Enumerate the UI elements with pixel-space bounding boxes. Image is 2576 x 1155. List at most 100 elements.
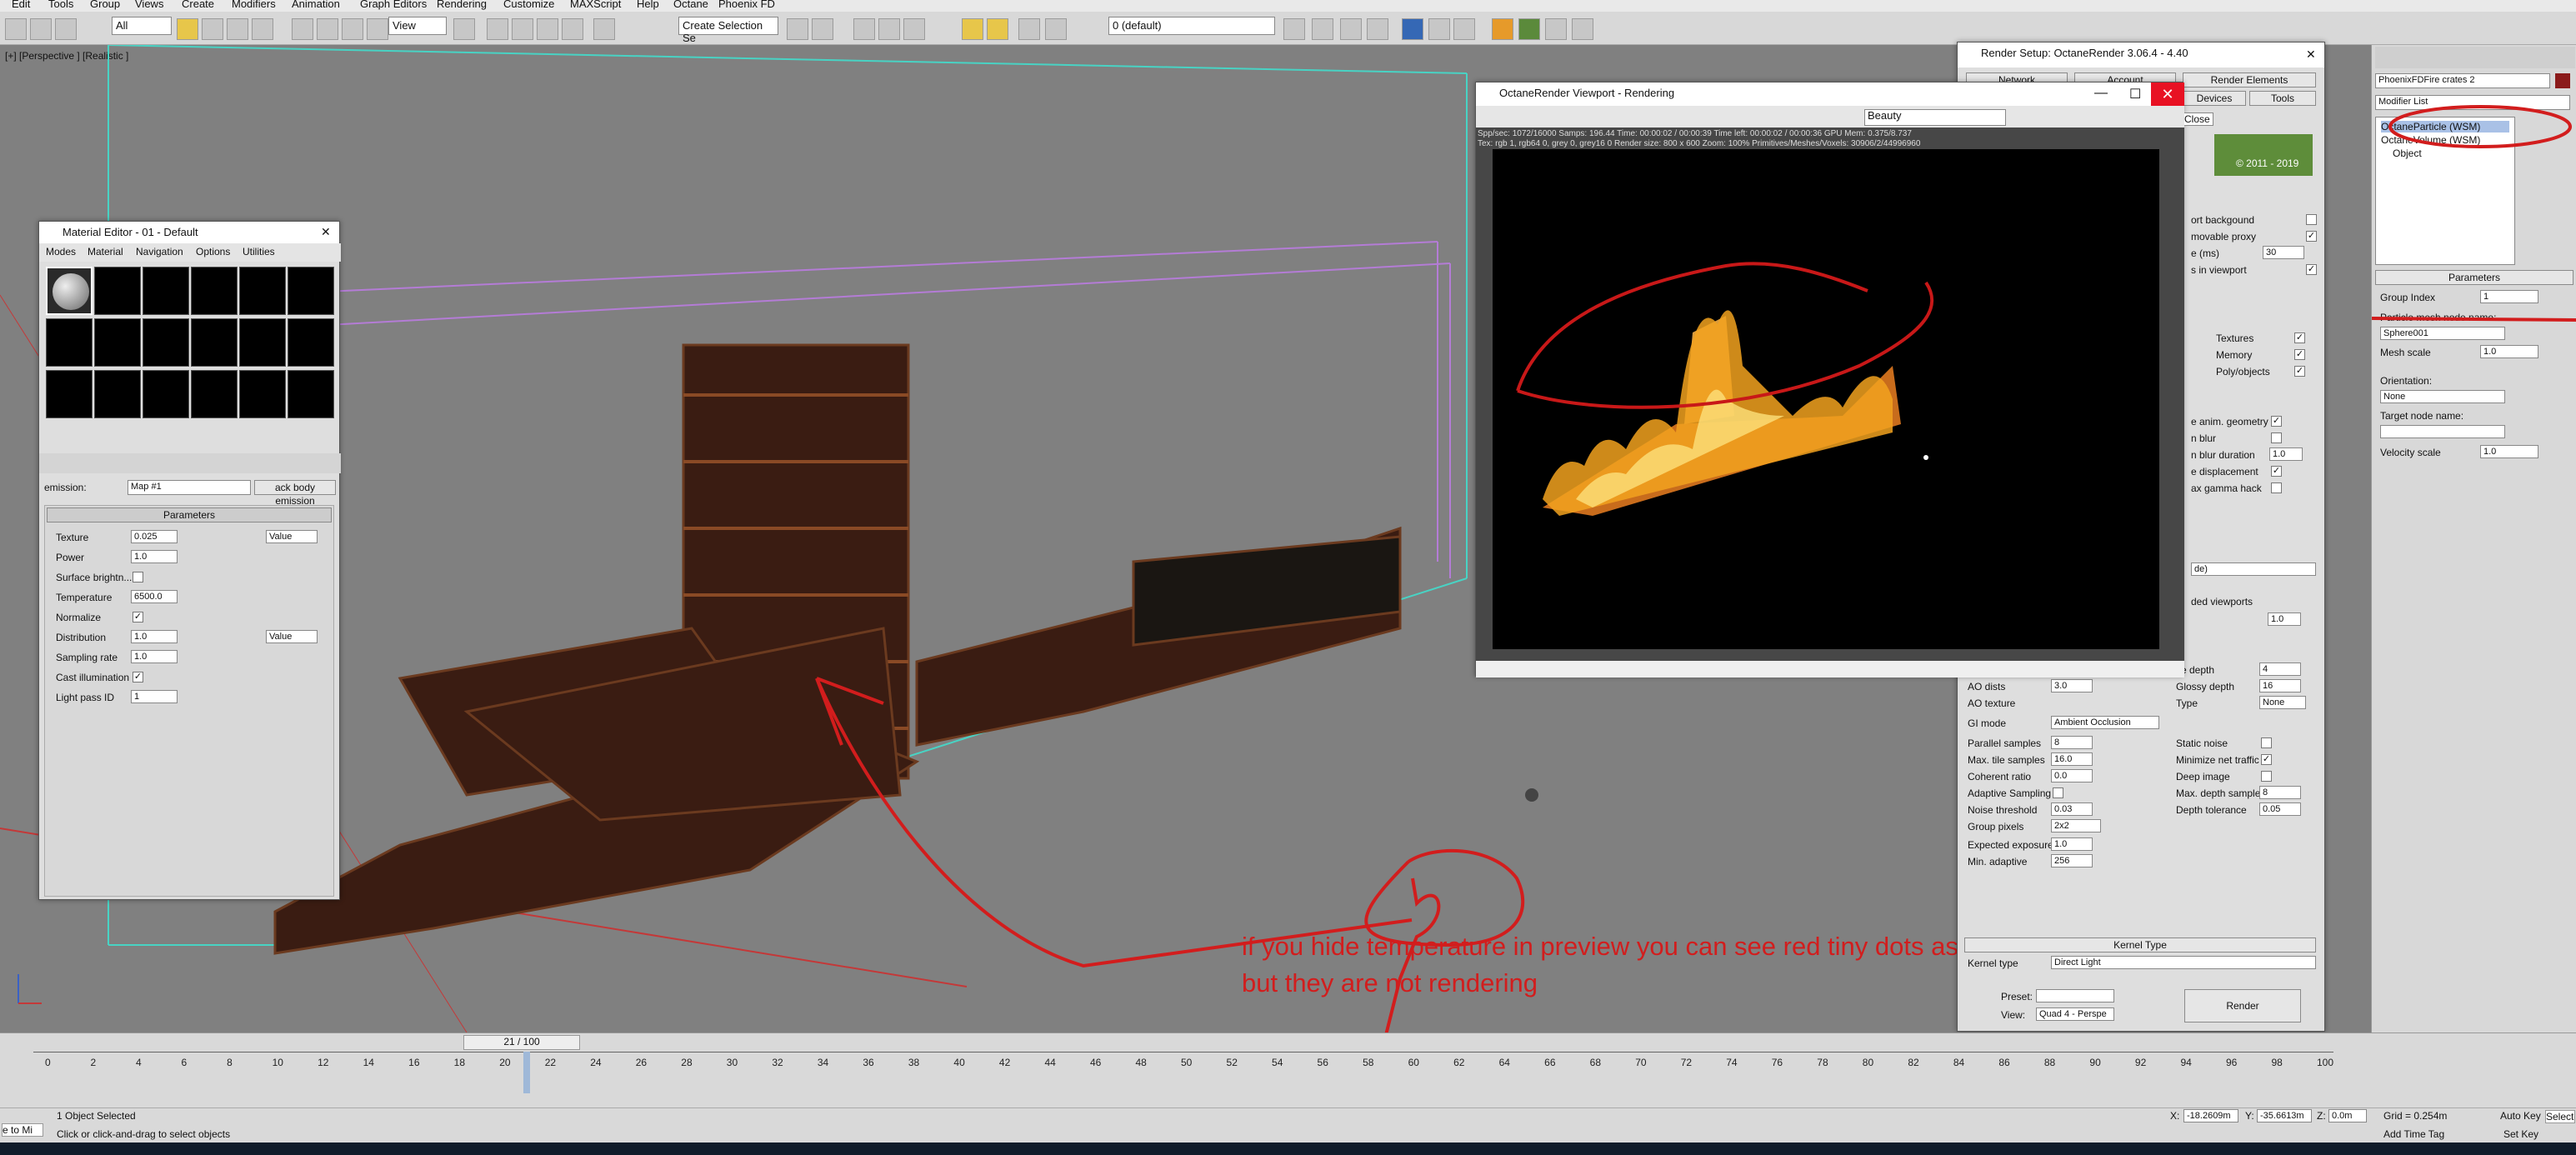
light-pass-id-field[interactable]: 1 — [131, 690, 178, 703]
group-pixels-dropdown[interactable]: 2x2 — [2051, 819, 2101, 832]
menu-material[interactable]: Material — [88, 246, 123, 258]
scale-icon[interactable] — [342, 18, 363, 40]
tab-devices[interactable]: Devices — [2183, 91, 2246, 106]
menu-graph-editors[interactable]: Graph Editors — [360, 0, 427, 10]
normalize-checkbox[interactable]: ✓ — [133, 612, 143, 622]
phoenix-liquid-icon[interactable] — [1518, 18, 1540, 40]
kernel-field[interactable]: 4 — [2259, 662, 2301, 676]
layer-add-icon[interactable] — [1283, 18, 1305, 40]
material-slot[interactable] — [46, 318, 93, 367]
material-slot[interactable] — [191, 370, 238, 418]
kernel-field[interactable]: 1.0 — [2051, 838, 2093, 851]
time-cursor[interactable] — [523, 1052, 530, 1093]
selected-dropdown[interactable]: Selecte — [2545, 1110, 2575, 1123]
kernel-field[interactable]: 256 — [2051, 854, 2093, 868]
power-field[interactable]: 1.0 — [131, 550, 178, 563]
kernel-field[interactable]: 16 — [2259, 679, 2301, 692]
mem-checkbox[interactable]: ✓ — [2294, 366, 2305, 377]
pivot-icon[interactable] — [453, 18, 475, 40]
tab-tools[interactable]: Tools — [2249, 91, 2316, 106]
map-name-field[interactable]: Map #1 — [128, 480, 251, 495]
opt-checkbox[interactable]: ✓ — [2306, 231, 2317, 242]
material-slot[interactable] — [143, 267, 189, 315]
kernel-field[interactable]: 3.0 — [2051, 679, 2093, 692]
motion-checkbox[interactable] — [2271, 482, 2282, 493]
align-icon[interactable] — [812, 18, 833, 40]
kernel-field[interactable]: 0.0 — [2051, 769, 2093, 782]
phoenix-fire-icon[interactable] — [1492, 18, 1513, 40]
z-coordinate-field[interactable]: 0.0m — [2328, 1109, 2367, 1122]
set-key-button[interactable]: Set Key — [2503, 1128, 2538, 1140]
percent-snap-icon[interactable] — [537, 18, 558, 40]
target-node-field[interactable] — [2380, 425, 2505, 438]
spinner-snap-icon[interactable] — [562, 18, 583, 40]
kernel-checkbox[interactable] — [2261, 771, 2272, 782]
auto-key-button[interactable]: Auto Key — [2500, 1110, 2541, 1122]
menu-phoenix-fd[interactable]: Phoenix FD — [718, 0, 775, 10]
material-slot[interactable] — [191, 318, 238, 367]
snaps-icon[interactable] — [487, 18, 508, 40]
material-type-button[interactable]: ack body emission — [254, 480, 336, 507]
menu-modes[interactable]: Modes — [46, 246, 76, 258]
redo-icon[interactable] — [30, 18, 52, 40]
material-slot[interactable] — [288, 318, 334, 367]
octane-settings-icon[interactable] — [1453, 18, 1475, 40]
menu-views[interactable]: Views — [135, 0, 163, 10]
tab-render-elements[interactable]: Render Elements — [2183, 72, 2316, 88]
view-dropdown[interactable]: Quad 4 - Perspe — [2036, 1008, 2114, 1021]
select-by-name-icon[interactable] — [202, 18, 223, 40]
time-slider[interactable]: 21 / 100 — [463, 1035, 580, 1050]
kernel-type-select[interactable]: Direct Light — [2051, 956, 2316, 969]
material-slot[interactable] — [94, 318, 141, 367]
link-icon[interactable] — [55, 18, 77, 40]
render-image[interactable] — [1493, 149, 2159, 649]
misc-dropdown[interactable]: de) — [2191, 562, 2316, 576]
menu-help[interactable]: Help — [637, 0, 659, 10]
material-slot[interactable] — [239, 318, 286, 367]
menu-customize[interactable]: Customize — [503, 0, 554, 10]
material-slot[interactable] — [94, 267, 141, 315]
menu-navigation[interactable]: Navigation — [136, 246, 183, 258]
close-icon[interactable]: ✕ — [2151, 82, 2184, 106]
adaptive-sampling-checkbox[interactable] — [2053, 788, 2063, 798]
material-slot[interactable] — [143, 370, 189, 418]
layer-dropdown[interactable]: 0 (default) — [1108, 17, 1275, 35]
layer-sel-icon[interactable] — [1312, 18, 1333, 40]
layer-freeze-icon[interactable] — [1367, 18, 1388, 40]
velocity-scale-field[interactable]: 1.0 — [2480, 445, 2538, 458]
material-slot[interactable] — [239, 370, 286, 418]
kernel-field[interactable]: 8 — [2051, 736, 2093, 749]
reference-coord-dropdown[interactable]: View — [388, 17, 447, 35]
render-button[interactable]: Render — [2184, 989, 2301, 1022]
motion-field[interactable]: 1.0 — [2269, 448, 2303, 461]
opt-checkbox[interactable]: ✓ — [2306, 264, 2317, 275]
kernel-type-dropdown[interactable]: None — [2259, 696, 2306, 709]
kernel-checkbox[interactable] — [2261, 738, 2272, 748]
material-slot[interactable] — [191, 267, 238, 315]
phoenix-source-icon[interactable] — [1545, 18, 1567, 40]
material-slot[interactable] — [143, 318, 189, 367]
ribbon-icon[interactable] — [903, 18, 925, 40]
schematic-view-icon[interactable] — [987, 18, 1008, 40]
motion-checkbox[interactable]: ✓ — [2271, 416, 2282, 427]
sampling-rate-field[interactable]: 1.0 — [131, 650, 178, 663]
selection-filter-dropdown[interactable]: All — [112, 17, 172, 35]
kernel-field[interactable]: 16.0 — [2051, 752, 2093, 766]
material-slot[interactable] — [46, 267, 93, 315]
temperature-field[interactable]: 6500.0 — [131, 590, 178, 603]
menu-utilities[interactable]: Utilities — [243, 246, 275, 258]
select-object-icon[interactable] — [177, 18, 198, 40]
opt-checkbox[interactable] — [2306, 214, 2317, 225]
rect-region-icon[interactable] — [227, 18, 248, 40]
timeline[interactable]: 21 / 100 0 2 4 6 8 10 12 14 16 18 20 22 24 26 28 30 32 34… — [0, 1032, 2576, 1108]
menu-animation[interactable]: Animation — [292, 0, 340, 10]
edit-named-sel-icon[interactable] — [593, 18, 615, 40]
menu-options[interactable]: Options — [196, 246, 230, 258]
texture-field[interactable]: 0.025 — [131, 530, 178, 543]
maxscript-listener[interactable]: e to Mi — [2, 1123, 43, 1137]
material-slot[interactable] — [94, 370, 141, 418]
kernel-checkbox[interactable]: ✓ — [2261, 754, 2272, 765]
close-icon[interactable]: ✕ — [2306, 48, 2316, 62]
opt-field[interactable]: 30 — [2263, 246, 2304, 259]
menu-octane[interactable]: Octane — [673, 0, 708, 10]
